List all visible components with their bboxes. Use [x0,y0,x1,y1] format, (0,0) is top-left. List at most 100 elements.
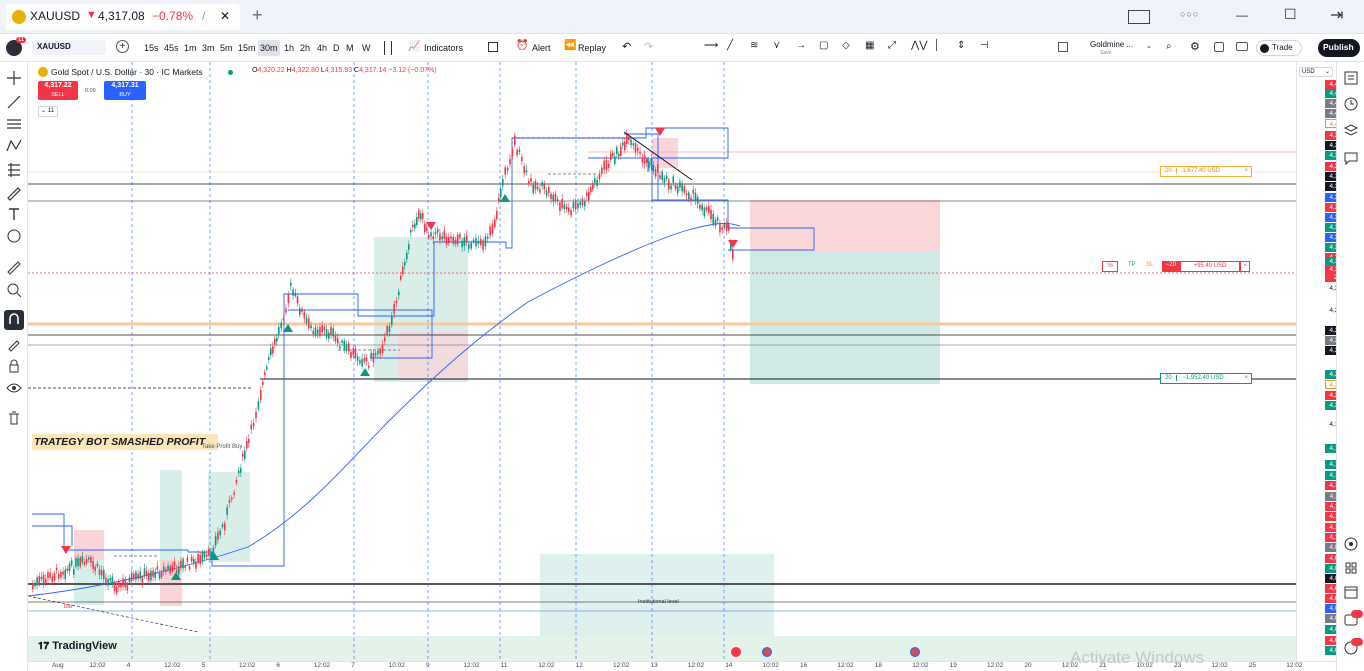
chart-pane[interactable]: Gold Spot / U.S. Dollar · 30 · IC Market… [28,62,1336,671]
layout-grid-icon[interactable] [488,42,498,52]
interval-1h[interactable]: 1h [282,40,296,56]
arrow-icon[interactable]: → [796,40,806,51]
position-top-close[interactable]: × [1244,167,1248,176]
close-tab-icon[interactable]: ✕ [220,9,230,23]
interval-W[interactable]: W [360,40,373,56]
trendline-icon[interactable]: ╱ [727,40,733,51]
indicators-icon[interactable]: 📈 [408,41,420,52]
watchlist-icon[interactable] [1343,70,1359,86]
chart-title[interactable]: Gold Spot / U.S. Dollar · 30 · IC Market… [51,67,203,77]
trade-button[interactable]: Trade [1256,40,1302,56]
polygon-icon[interactable]: ◇ [842,40,850,51]
text-icon[interactable] [4,204,24,224]
chevron-down-icon[interactable]: ⌄ [1146,42,1152,50]
trend-line-icon[interactable] [4,92,24,112]
lock-icon[interactable] [4,356,24,376]
alert-button[interactable]: Alert [532,40,551,56]
us-flag-icon[interactable] [910,647,920,657]
vline-icon[interactable]: │ [934,40,940,51]
settings-icon[interactable]: ⚙ [1190,40,1200,53]
trash-icon[interactable] [4,408,24,428]
prediction-icon[interactable] [4,160,24,180]
alerts-clock-icon[interactable] [1343,96,1359,112]
path-icon[interactable]: ⤢ [888,40,896,51]
chat-icon[interactable] [1343,150,1359,166]
hline-icon[interactable]: ⊣ [980,40,989,51]
search-icon[interactable]: ⌕ [1166,41,1172,52]
interval-M[interactable]: M [344,40,356,56]
layout-name[interactable]: Goldmine ... [1090,40,1133,49]
event-flash-icon[interactable] [731,647,741,657]
chart-canvas[interactable] [28,62,1336,671]
open-close[interactable]: × [1240,261,1250,272]
replay-icon[interactable]: ⏪ [564,40,576,51]
add-symbol-icon[interactable]: + [116,40,129,53]
grid-apps-icon[interactable] [1343,560,1359,576]
monitor-icon[interactable] [1128,10,1150,24]
eye-icon[interactable] [4,378,24,398]
calendar-icon[interactable] [1343,584,1359,600]
interval-5m[interactable]: 5m [218,40,235,56]
fullscreen-icon[interactable] [1214,42,1224,52]
interval-4h[interactable]: 4h [315,40,329,56]
interval-45s[interactable]: 45s [162,40,181,56]
candle-type-icon[interactable] [384,41,392,55]
maximize-button[interactable]: ☐ [1284,6,1297,23]
checkbox-icon[interactable] [1058,42,1068,52]
exit-button[interactable]: ⇥ [1330,5,1343,25]
sl-button[interactable]: SL [1146,261,1153,270]
layout-save[interactable]: Save [1100,50,1111,56]
currency-selector[interactable]: USD ⌄ [1299,67,1333,77]
sell-button[interactable]: 4,317.22 SELL [38,81,78,100]
redo-icon[interactable]: ↷ [644,40,653,53]
magnet-icon[interactable] [4,310,24,330]
emoji-icon[interactable] [4,226,24,246]
candle-body [620,146,622,156]
tradingview-logo[interactable]: 𝟏𝟕 TradingView [38,640,117,654]
interval-2h[interactable]: 2h [298,40,312,56]
indicator-toggle[interactable]: ⌄ 11 [38,106,58,117]
symbol-tab[interactable]: XAUUSD ▼ 4,317.08 −0.78% / ✕ [6,4,240,30]
more-icon[interactable]: ○○○ [1180,9,1199,19]
tp-button[interactable]: TP [1128,261,1136,270]
open-position-label[interactable]: % TP SL −20 +95.40 USD × [1102,261,1250,272]
position-bottom-close[interactable]: × [1244,374,1248,383]
interval-15s[interactable]: 15s [142,40,161,56]
interval-D[interactable]: D [331,40,342,56]
target-icon[interactable] [1343,536,1359,552]
position-top-label[interactable]: 20 1,677.40 USD × [1160,166,1252,177]
percent-button[interactable]: % [1102,261,1118,272]
replay-button[interactable]: Replay [578,40,606,56]
interval-1m[interactable]: 1m [182,40,199,56]
channel-icon[interactable]: ≋ [750,40,758,51]
alert-icon[interactable]: ⏰ [516,40,528,51]
minimize-button[interactable]: — [1236,8,1248,22]
buy-button[interactable]: 4,317.31 BUY [104,81,146,100]
interval-15m[interactable]: 15m [236,40,258,56]
undo-icon[interactable]: ↶ [622,40,631,53]
new-tab-button[interactable]: + [252,5,263,26]
publish-button[interactable]: Publish [1318,39,1360,57]
zoom-icon[interactable] [4,280,24,300]
candle-body [639,151,641,154]
zigzag-icon[interactable]: ⋀⋁ [911,40,927,51]
rectangle-icon[interactable]: ▢ [819,40,828,51]
position-bottom-label[interactable]: 20 −1,952.40 USD × [1160,373,1252,384]
price-range-icon[interactable]: ⇕ [957,40,965,51]
brush-icon[interactable] [4,182,24,202]
symbol-search[interactable]: XAUUSD [32,40,106,55]
fib-icon[interactable] [4,114,24,134]
layers-icon[interactable] [1343,122,1359,138]
cursor-line-icon[interactable]: ⟶ [704,40,718,51]
grid-icon[interactable]: ▦ [865,40,874,51]
pattern-icon[interactable] [4,136,24,156]
crosshair-icon[interactable] [4,68,24,88]
interval-3m[interactable]: 3m [200,40,217,56]
pitchfork-icon[interactable]: ⋎ [773,40,780,51]
camera-icon[interactable] [1236,42,1248,51]
indicators-button[interactable]: Indicators [424,40,463,56]
us-flag-icon[interactable] [762,647,772,657]
ruler-icon[interactable] [4,258,24,278]
interval-30m[interactable]: 30m [258,40,280,56]
lock-drawing-icon[interactable] [4,334,24,354]
